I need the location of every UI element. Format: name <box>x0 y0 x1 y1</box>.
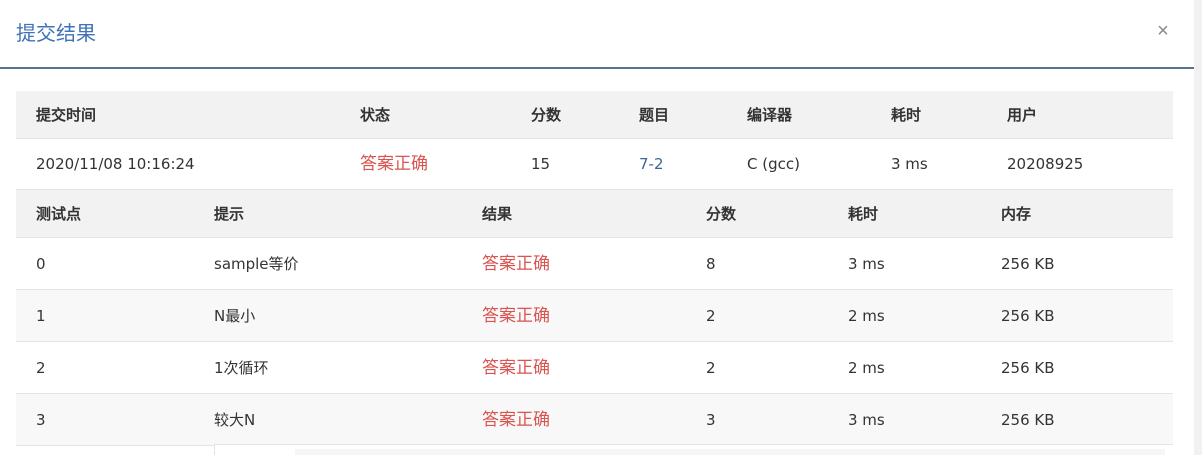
case-time: 3 ms <box>848 255 885 273</box>
case-hint: N最小 <box>214 307 256 325</box>
case-memory: 256 KB <box>1001 307 1055 325</box>
duration: 3 ms <box>891 155 928 173</box>
case-time: 2 ms <box>848 359 885 377</box>
header-memory: 内存 <box>1001 205 1032 223</box>
case-id: 0 <box>36 255 46 273</box>
summary-header-row: 提交时间 状态 分数 题目 编译器 耗时 用户 <box>16 91 1173 139</box>
case-score: 8 <box>706 255 716 273</box>
case-id: 1 <box>36 307 46 325</box>
case-time: 3 ms <box>848 411 885 429</box>
header-score: 分数 <box>531 106 562 124</box>
header-case-score: 分数 <box>706 205 737 223</box>
scrollbar-track[interactable] <box>1194 0 1202 455</box>
modal-header: 提交结果 × <box>0 0 1194 69</box>
case-id: 2 <box>36 359 46 377</box>
case-memory: 256 KB <box>1001 411 1055 429</box>
header-result: 结果 <box>482 205 513 223</box>
compiler: C (gcc) <box>747 155 800 173</box>
status-badge: 答案正确 <box>360 154 428 174</box>
user-id: 20208925 <box>1007 155 1084 173</box>
problem-link[interactable]: 7-2 <box>639 139 664 190</box>
header-submit-time: 提交时间 <box>36 106 97 124</box>
case-result: 答案正确 <box>482 358 550 378</box>
header-compiler: 编译器 <box>747 106 793 124</box>
table-row: 0 sample等价 答案正确 8 3 ms 256 KB <box>16 238 1173 290</box>
header-case-time: 耗时 <box>848 205 879 223</box>
case-detail-box <box>295 449 1165 455</box>
total-score: 15 <box>531 155 551 173</box>
case-result: 答案正确 <box>482 306 550 326</box>
case-time: 2 ms <box>848 307 885 325</box>
modal-title: 提交结果 <box>16 21 96 45</box>
submit-time: 2020/11/08 10:16:24 <box>36 155 195 173</box>
header-case-id: 测试点 <box>36 205 82 223</box>
header-duration: 耗时 <box>891 106 922 124</box>
case-hint: 较大N <box>214 411 256 429</box>
case-result: 答案正确 <box>482 410 550 430</box>
header-problem: 题目 <box>639 106 670 124</box>
header-status: 状态 <box>360 106 391 124</box>
case-hint: sample等价 <box>214 255 299 273</box>
case-hint: 1次循环 <box>214 359 269 377</box>
summary-row: 2020/11/08 10:16:24 答案正确 15 7-2 C (gcc) … <box>16 139 1173 190</box>
case-result: 答案正确 <box>482 254 550 274</box>
table-row: 3 较大N 答案正确 3 3 ms 256 KB <box>16 394 1173 446</box>
case-detail-area <box>214 444 1173 455</box>
case-score: 2 <box>706 307 716 325</box>
case-id: 3 <box>36 411 46 429</box>
case-score: 2 <box>706 359 716 377</box>
case-memory: 256 KB <box>1001 255 1055 273</box>
result-panel: 提交时间 状态 分数 题目 编译器 耗时 用户 2020/11/08 10:16… <box>16 91 1173 446</box>
cases-header-row: 测试点 提示 结果 分数 耗时 内存 <box>16 190 1173 238</box>
header-user: 用户 <box>1007 106 1038 124</box>
table-row: 1 N最小 答案正确 2 2 ms 256 KB <box>16 290 1173 342</box>
header-hint: 提示 <box>214 205 245 223</box>
case-memory: 256 KB <box>1001 359 1055 377</box>
submission-result-modal: 提交结果 × 提交时间 状态 分数 题目 编译器 耗时 用户 2020/11/0… <box>0 0 1194 455</box>
table-row: 2 1次循环 答案正确 2 2 ms 256 KB <box>16 342 1173 394</box>
case-score: 3 <box>706 411 716 429</box>
close-icon[interactable]: × <box>1150 17 1176 45</box>
